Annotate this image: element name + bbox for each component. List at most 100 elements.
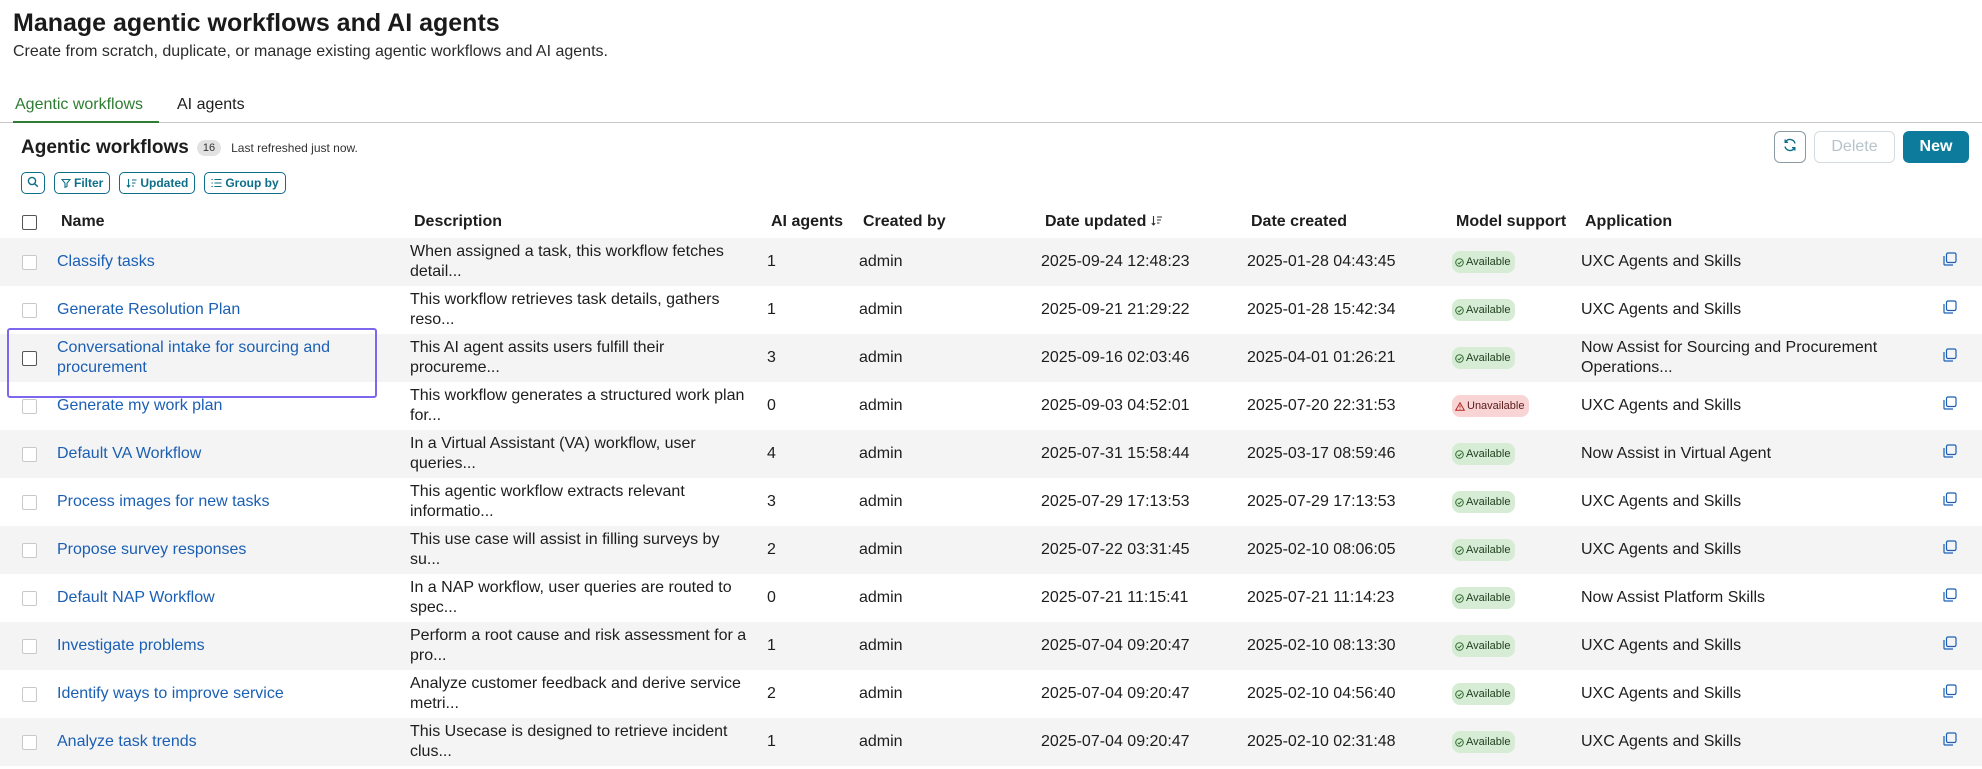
column-header-description[interactable]: Description bbox=[409, 206, 767, 238]
model-support-label: Available bbox=[1466, 736, 1511, 748]
date-created: 2025-03-17 08:59:46 bbox=[1247, 445, 1396, 462]
refresh-button[interactable] bbox=[1774, 131, 1806, 163]
list-toolbar: Filter Updated Group by bbox=[21, 172, 295, 194]
ai-agents-count: 2 bbox=[767, 685, 776, 702]
column-header-created-by[interactable]: Created by bbox=[859, 206, 1039, 238]
search-button[interactable] bbox=[21, 172, 45, 194]
column-header-ai-agents[interactable]: AI agents bbox=[767, 206, 859, 238]
model-support-badge: Available bbox=[1452, 731, 1516, 753]
row-checkbox[interactable] bbox=[22, 446, 37, 462]
filter-button[interactable]: Filter bbox=[54, 172, 111, 194]
workflow-name-link[interactable]: Analyze task trends bbox=[57, 732, 357, 752]
created-by: admin bbox=[859, 301, 903, 318]
row-checkbox[interactable] bbox=[22, 398, 37, 414]
table-row[interactable]: Propose survey responses This use case wi… bbox=[0, 526, 1982, 574]
row-checkbox[interactable] bbox=[22, 590, 37, 606]
check-circle-icon bbox=[1455, 545, 1464, 555]
date-created: 2025-07-20 22:31:53 bbox=[1247, 397, 1396, 414]
table-row[interactable]: Default NAP Workflow In a NAP workflow, u… bbox=[0, 574, 1982, 622]
duplicate-icon[interactable] bbox=[1943, 732, 1957, 746]
workflow-description: Analyze customer feedback and derive ser… bbox=[410, 675, 741, 712]
page-subtitle: Create from scratch, duplicate, or manag… bbox=[13, 43, 608, 60]
table-row[interactable]: Process images for new tasks This agentic… bbox=[0, 478, 1982, 526]
workflow-description: This AI agent assits users fulfill their… bbox=[410, 339, 665, 376]
workflow-name-link[interactable]: Generate Resolution Plan bbox=[57, 300, 357, 320]
application-name: UXC Agents and Skills bbox=[1581, 541, 1742, 558]
new-button[interactable]: New bbox=[1903, 131, 1969, 163]
workflow-name-link[interactable]: Default VA Workflow bbox=[57, 444, 357, 464]
table-row[interactable]: Generate my work plan This workflow gener… bbox=[0, 382, 1982, 430]
workflow-name-link[interactable]: Default NAP Workflow bbox=[57, 588, 357, 608]
workflow-description: This agentic workflow extracts relevant … bbox=[410, 483, 685, 520]
workflows-table: Name Description AI agents Created by Da… bbox=[0, 206, 1982, 766]
table-row[interactable]: Conversational intake for sourcing and p… bbox=[0, 334, 1982, 382]
count-badge: 16 bbox=[196, 140, 222, 156]
ai-agents-count: 2 bbox=[767, 541, 776, 558]
date-created: 2025-07-21 11:14:23 bbox=[1247, 589, 1395, 606]
date-updated: 2025-09-16 02:03:46 bbox=[1041, 349, 1190, 366]
column-header-model-support[interactable]: Model support bbox=[1450, 206, 1581, 238]
column-header-name[interactable]: Name bbox=[57, 206, 409, 238]
sort-button[interactable]: Updated bbox=[119, 172, 196, 194]
duplicate-icon[interactable] bbox=[1943, 492, 1957, 506]
workflow-name-link[interactable]: Identify ways to improve service bbox=[57, 684, 357, 704]
table-row[interactable]: Default VA Workflow In a Virtual Assistan… bbox=[0, 430, 1982, 478]
workflow-name-link[interactable]: Conversational intake for sourcing and p… bbox=[57, 338, 357, 378]
created-by: admin bbox=[859, 541, 903, 558]
duplicate-icon[interactable] bbox=[1943, 684, 1957, 698]
delete-button[interactable]: Delete bbox=[1814, 131, 1895, 163]
row-checkbox[interactable] bbox=[22, 734, 37, 750]
column-header-application[interactable]: Application bbox=[1581, 206, 1937, 238]
workflow-name-link[interactable]: Classify tasks bbox=[57, 252, 357, 272]
application-name: Now Assist in Virtual Agent bbox=[1581, 445, 1772, 462]
warning-icon bbox=[1455, 401, 1465, 411]
application-name: Now Assist for Sourcing and Procurement … bbox=[1581, 339, 1878, 376]
table-row[interactable]: Classify tasks When assigned a task, this… bbox=[0, 238, 1982, 286]
group-by-button[interactable]: Group by bbox=[204, 172, 286, 194]
workflow-name-link[interactable]: Investigate problems bbox=[57, 636, 357, 656]
tab-agentic-workflows[interactable]: Agentic workflows bbox=[13, 96, 159, 123]
workflow-description: This Usecase is designed to retrieve inc… bbox=[410, 723, 728, 760]
ai-agents-count: 1 bbox=[767, 733, 776, 750]
row-checkbox[interactable] bbox=[22, 302, 37, 318]
date-updated-label: Date updated bbox=[1045, 213, 1147, 230]
duplicate-icon[interactable] bbox=[1943, 636, 1957, 650]
duplicate-icon[interactable] bbox=[1943, 588, 1957, 602]
row-checkbox[interactable] bbox=[22, 350, 37, 366]
created-by: admin bbox=[859, 445, 903, 462]
table-row[interactable]: Analyze task trends This Usecase is desig… bbox=[0, 718, 1982, 766]
table-row[interactable]: Investigate problems Perform a root cause… bbox=[0, 622, 1982, 670]
created-by: admin bbox=[859, 253, 903, 270]
duplicate-icon[interactable] bbox=[1943, 540, 1957, 554]
ai-agents-count: 1 bbox=[767, 637, 776, 654]
date-updated: 2025-09-24 12:48:23 bbox=[1041, 253, 1190, 270]
date-updated: 2025-09-03 04:52:01 bbox=[1041, 397, 1190, 414]
last-refreshed-text: Last refreshed just now. bbox=[231, 141, 358, 155]
row-checkbox[interactable] bbox=[22, 638, 37, 654]
column-header-date-updated[interactable]: Date updated bbox=[1039, 206, 1245, 238]
row-checkbox[interactable] bbox=[22, 686, 37, 702]
date-updated: 2025-07-31 15:58:44 bbox=[1041, 445, 1190, 462]
table-row[interactable]: Generate Resolution Plan This workflow re… bbox=[0, 286, 1982, 334]
table-row[interactable]: Identify ways to improve service Analyze … bbox=[0, 670, 1982, 718]
workflow-name-link[interactable]: Generate my work plan bbox=[57, 396, 357, 416]
duplicate-icon[interactable] bbox=[1943, 252, 1957, 266]
workflow-name-link[interactable]: Propose survey responses bbox=[57, 540, 357, 560]
model-support-label: Available bbox=[1466, 544, 1511, 556]
row-checkbox[interactable] bbox=[22, 254, 37, 270]
duplicate-icon[interactable] bbox=[1943, 300, 1957, 314]
workflow-name-link[interactable]: Process images for new tasks bbox=[57, 492, 357, 512]
model-support-label: Available bbox=[1466, 448, 1511, 460]
column-header-date-created[interactable]: Date created bbox=[1245, 206, 1450, 238]
duplicate-icon[interactable] bbox=[1943, 396, 1957, 410]
select-all-checkbox[interactable] bbox=[22, 214, 37, 230]
row-checkbox[interactable] bbox=[22, 494, 37, 510]
tab-ai-agents[interactable]: AI agents bbox=[175, 96, 247, 123]
date-created: 2025-04-01 01:26:21 bbox=[1247, 349, 1396, 366]
model-support-badge: Available bbox=[1452, 299, 1516, 321]
workflow-description: This workflow generates a structured wor… bbox=[410, 387, 745, 424]
row-checkbox[interactable] bbox=[22, 542, 37, 558]
duplicate-icon[interactable] bbox=[1943, 348, 1957, 362]
duplicate-icon[interactable] bbox=[1943, 444, 1957, 458]
application-name: Now Assist Platform Skills bbox=[1581, 589, 1766, 606]
